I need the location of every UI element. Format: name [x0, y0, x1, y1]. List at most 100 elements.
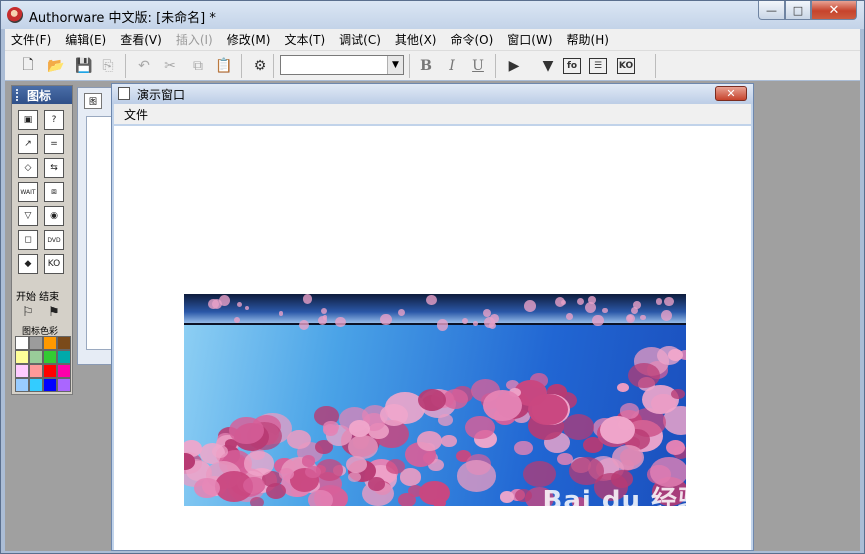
decision-icon[interactable]: ▽: [18, 206, 38, 226]
menu-item[interactable]: 帮助(H): [567, 31, 609, 48]
color-swatch[interactable]: [57, 378, 71, 392]
blossom-cluster: [211, 444, 228, 458]
blossom-cluster: [278, 310, 284, 316]
restart-icon[interactable]: ▶: [503, 55, 525, 77]
blossom-cluster: [304, 465, 321, 479]
import-icon[interactable]: ⎘: [97, 55, 119, 77]
icon-palette-header[interactable]: 图标: [12, 86, 72, 104]
navigation-icon[interactable]: ⇆: [44, 158, 64, 178]
digital-movie-icon[interactable]: ◉: [44, 206, 64, 226]
color-swatch[interactable]: [29, 364, 43, 378]
copy-icon[interactable]: ⧉: [187, 55, 209, 77]
menu-item[interactable]: 文件(F): [11, 31, 51, 48]
interaction-icon[interactable]: ?: [44, 110, 64, 130]
end-flag-icon[interactable]: ⚑: [44, 302, 64, 322]
color-swatch[interactable]: [29, 378, 43, 392]
color-swatch[interactable]: [15, 378, 29, 392]
map-icon[interactable]: ◻: [18, 230, 38, 250]
motion-icon[interactable]: ↗: [18, 134, 38, 154]
variables-icon[interactable]: ☰: [589, 58, 607, 74]
authorware-main-window: Authorware 中文版: [未命名] * — □ ✕ 文件(F) 编辑(E)…: [0, 0, 865, 554]
blossom-cluster: [656, 346, 681, 366]
color-swatch[interactable]: [43, 364, 57, 378]
grip-handle-icon[interactable]: [16, 89, 21, 101]
erase-icon[interactable]: ◇: [18, 158, 38, 178]
color-swatch[interactable]: [29, 350, 43, 364]
paste-icon[interactable]: 📋: [213, 55, 235, 77]
menu-item[interactable]: 编辑(E): [65, 31, 106, 48]
menu-item[interactable]: 其他(X): [395, 31, 437, 48]
bold-icon[interactable]: B: [415, 55, 437, 77]
maximize-button[interactable]: □: [785, 1, 811, 20]
presentation-menu-item[interactable]: 文件: [124, 106, 148, 123]
color-swatch[interactable]: [43, 336, 57, 350]
blossom-cluster: [317, 315, 328, 325]
toolbar-separator: [125, 54, 126, 78]
blossom-cluster: [407, 484, 423, 497]
menu-item[interactable]: 文本(T): [284, 31, 325, 48]
framework-icon[interactable]: ⧈: [44, 182, 64, 202]
display-icon[interactable]: ▣: [18, 110, 38, 130]
calculation-icon[interactable]: =: [44, 134, 64, 154]
color-swatch[interactable]: [15, 350, 29, 364]
blossom-cluster: [483, 389, 523, 421]
find-icon[interactable]: ⚙: [249, 55, 271, 77]
color-swatch[interactable]: [57, 336, 71, 350]
blossom-cluster: [514, 440, 533, 456]
toolbar: ▼ 🗋 📂 💾 ⎘ ↶ ✂ ⧉ 📋 ⚙ B I U ▶ ▼ fo ☰ KO: [5, 50, 860, 80]
minimize-button[interactable]: —: [758, 1, 785, 20]
menu-item[interactable]: 调试(C): [339, 31, 381, 48]
blossom-cluster: [416, 430, 442, 451]
menu-item[interactable]: 命令(O): [450, 31, 493, 48]
cut-icon[interactable]: ✂: [159, 55, 181, 77]
knowledge-objects-icon[interactable]: KO: [617, 58, 635, 74]
blossom-cluster: [433, 498, 446, 506]
undo-icon[interactable]: ↶: [133, 55, 155, 77]
blossom-cluster: [554, 297, 565, 308]
color-swatch[interactable]: [43, 350, 57, 364]
save-all-icon[interactable]: 💾: [73, 55, 95, 77]
presentation-window-icon: [118, 87, 130, 100]
blossom-cluster: [335, 316, 346, 328]
color-swatch[interactable]: [43, 378, 57, 392]
blossom-cluster: [302, 294, 313, 304]
underline-icon[interactable]: U: [467, 55, 489, 77]
color-swatch[interactable]: [15, 364, 29, 378]
blossom-cluster: [489, 313, 499, 323]
dvd-icon[interactable]: DVD: [44, 230, 64, 250]
color-swatch[interactable]: [29, 336, 43, 350]
chevron-down-icon[interactable]: ▼: [387, 56, 403, 74]
start-flag-icon[interactable]: ⚐: [18, 302, 38, 322]
close-button[interactable]: ✕: [811, 1, 857, 20]
window-title: Authorware 中文版: [未命名] *: [29, 11, 216, 26]
presentation-title-bar[interactable]: 演示窗口 ✕: [112, 84, 753, 104]
wait-icon[interactable]: WAIT: [18, 182, 38, 202]
color-swatch[interactable]: [57, 364, 71, 378]
blossom-cluster: [457, 460, 497, 492]
blossom-cluster: [380, 314, 392, 326]
control-panel-icon[interactable]: ▼: [537, 55, 559, 77]
ko-icon[interactable]: KO: [44, 254, 64, 274]
blossom-cluster: [524, 299, 537, 312]
menu-item[interactable]: 窗口(W): [507, 31, 552, 48]
blossom-cluster: [627, 362, 660, 389]
blossom-cluster: [278, 467, 294, 481]
open-file-icon[interactable]: 📂: [45, 55, 67, 77]
color-swatch[interactable]: [15, 336, 29, 350]
icon-color-swatches: [15, 336, 71, 392]
menu-item[interactable]: 查看(V): [120, 31, 162, 48]
title-bar[interactable]: Authorware 中文版: [未命名] * — □ ✕: [1, 1, 864, 29]
color-swatch[interactable]: [57, 350, 71, 364]
presentation-close-button[interactable]: ✕: [715, 86, 747, 101]
blossom-cluster: [600, 415, 636, 444]
functions-icon[interactable]: fo: [563, 58, 581, 74]
sound-icon[interactable]: ◆: [18, 254, 38, 274]
menu-item[interactable]: 插入(I): [176, 31, 213, 48]
italic-icon[interactable]: I: [441, 55, 463, 77]
blossom-cluster: [244, 305, 249, 310]
presentation-canvas[interactable]: Bai du 经验 jingyan.baidu.com: [114, 126, 751, 550]
new-file-icon[interactable]: 🗋: [17, 55, 39, 77]
blossom-cluster: [602, 308, 608, 314]
menu-item[interactable]: 修改(M): [227, 31, 271, 48]
font-size-combobox[interactable]: ▼: [280, 55, 404, 75]
